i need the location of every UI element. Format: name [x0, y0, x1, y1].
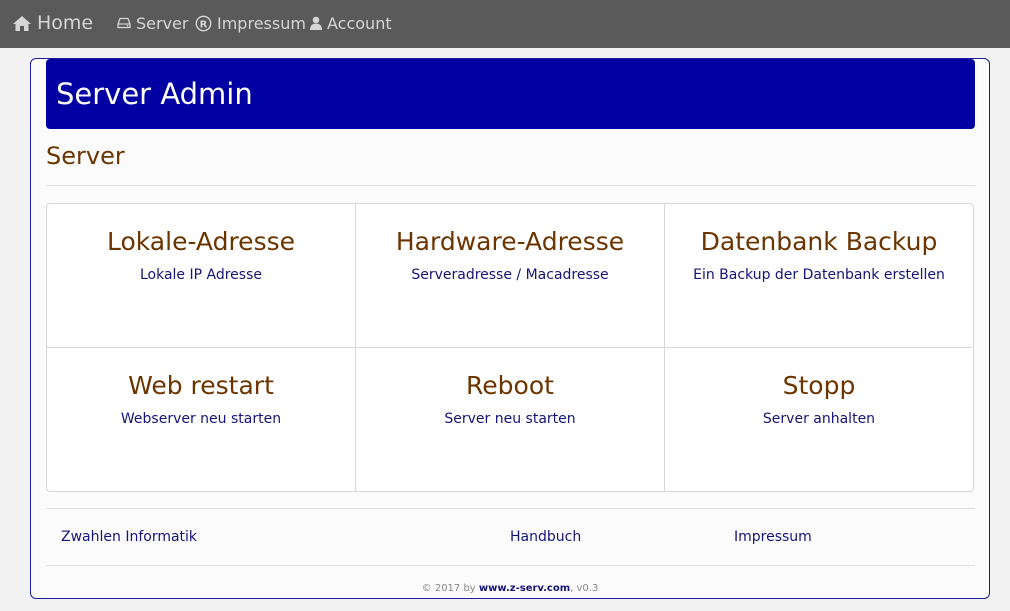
copyright-prefix: © 2017 by [421, 583, 476, 594]
tile-datenbank-backup[interactable]: Datenbank Backup Ein Backup der Datenban… [664, 203, 974, 348]
tile-subtitle: Server neu starten [444, 411, 576, 427]
nav-impressum-label: Impressum [217, 13, 306, 33]
tile-title: Reboot [466, 371, 554, 400]
section-title: Server [46, 142, 125, 170]
registered-icon: R [195, 15, 212, 31]
footer-link-zwahlen-informatik[interactable]: Zwahlen Informatik [61, 529, 197, 545]
tile-title: Lokale-Adresse [106, 227, 295, 256]
nav-account-label: Account [327, 13, 392, 33]
tile-subtitle: Serveradresse / Macadresse [411, 267, 609, 283]
nav-server-label: Server [136, 13, 189, 33]
copyright-version: , v0.3 [570, 583, 599, 594]
tile-title: Stopp [782, 371, 856, 400]
tile-web-restart[interactable]: Web restart Webserver neu starten [46, 347, 356, 492]
tile-subtitle: Server anhalten [762, 411, 876, 427]
svg-text:R: R [200, 19, 208, 30]
user-icon [310, 16, 322, 30]
footer-link-impressum[interactable]: Impressum [734, 529, 812, 545]
tile-hardware-adresse[interactable]: Hardware-Adresse Serveradresse / Macadre… [355, 203, 665, 348]
divider [46, 508, 975, 509]
tile-subtitle: Ein Backup der Datenbank erstellen [693, 267, 945, 283]
footer-link-handbuch[interactable]: Handbuch [510, 529, 581, 545]
tile-title: Web restart [128, 371, 274, 400]
main-panel: Server Admin Server Lokale-Adresse Lokal… [30, 58, 990, 599]
nav-account-link[interactable]: Account [310, 0, 392, 46]
nav-home-link[interactable]: Home [12, 0, 93, 46]
tile-title: Hardware-Adresse [395, 227, 625, 256]
nav-impressum-link[interactable]: R Impressum [195, 0, 306, 46]
top-navbar: Home Server R Impressum Account [0, 0, 1010, 48]
hdd-icon [117, 17, 131, 29]
divider [46, 565, 975, 566]
nav-home-label: Home [37, 12, 94, 34]
page-header: Server Admin [46, 59, 975, 129]
nav-server-link[interactable]: Server [117, 0, 188, 46]
tile-lokale-adresse[interactable]: Lokale-Adresse Lokale IP Adresse [46, 203, 356, 348]
copyright-text: © 2017 by www.z-serv.com, v0.3 [31, 583, 989, 594]
page-title: Server Admin [56, 77, 253, 111]
tile-subtitle: Lokale IP Adresse [139, 267, 262, 283]
copyright-site-link[interactable]: www.z-serv.com [479, 583, 570, 594]
home-icon [13, 15, 31, 31]
tile-subtitle: Webserver neu starten [120, 411, 282, 427]
tile-reboot[interactable]: Reboot Server neu starten [355, 347, 665, 492]
divider [46, 185, 975, 186]
tile-stopp[interactable]: Stopp Server anhalten [664, 347, 974, 492]
tile-title: Datenbank Backup [700, 227, 938, 256]
